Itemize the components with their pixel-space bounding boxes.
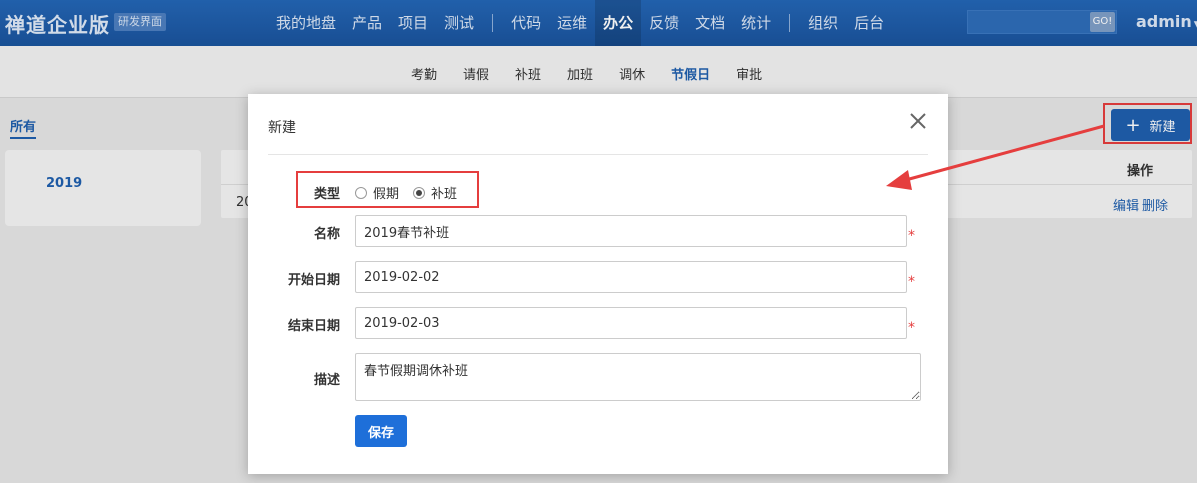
close-icon[interactable] xyxy=(906,109,930,133)
radio-holiday-label[interactable]: 假期 xyxy=(373,183,399,202)
radio-makeup[interactable] xyxy=(413,186,426,199)
type-label: 类型 xyxy=(313,187,340,202)
end-date-input[interactable] xyxy=(355,307,907,339)
start-date-label: 开始日期 xyxy=(287,273,340,288)
required-mark: * xyxy=(908,320,915,336)
save-button[interactable]: 保存 xyxy=(355,415,407,447)
start-date-input[interactable] xyxy=(355,261,907,293)
radio-makeup-label[interactable]: 补班 xyxy=(431,183,457,202)
required-mark: * xyxy=(908,228,915,244)
name-label: 名称 xyxy=(313,227,340,242)
name-input[interactable] xyxy=(355,215,907,247)
description-label: 描述 xyxy=(313,373,340,388)
description-textarea[interactable]: 春节假期调休补班 xyxy=(355,353,921,401)
dialog-title: 新建 xyxy=(268,120,296,136)
required-mark: * xyxy=(908,274,915,290)
radio-holiday[interactable] xyxy=(355,186,367,199)
type-radio-group: 假期 补班 xyxy=(355,183,471,202)
new-holiday-dialog: 新建 类型 假期 补班 名称 * 开始日期 * 结束日期 * 描述 春节假期调休… xyxy=(248,94,948,474)
dialog-divider xyxy=(268,154,928,155)
end-date-label: 结束日期 xyxy=(287,319,340,334)
